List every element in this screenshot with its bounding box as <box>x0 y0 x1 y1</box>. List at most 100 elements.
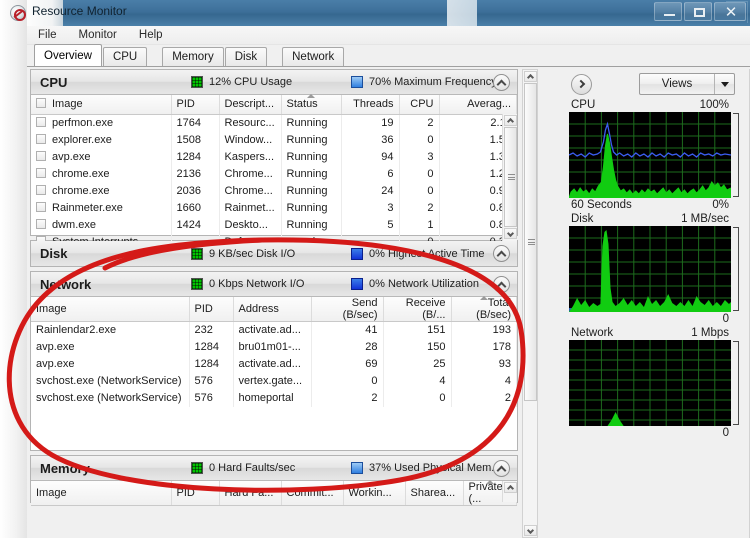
table-row[interactable]: avp.exe 1284 activate.ad... 69 25 93 <box>31 355 517 373</box>
cell-send: 2 <box>311 389 384 407</box>
disk-section-header[interactable]: Disk 9 KB/sec Disk I/O 0% Highest Active… <box>31 241 517 266</box>
cpu-section-header[interactable]: CPU 12% CPU Usage 70% Maximum Frequency <box>31 70 517 95</box>
net-col-receive[interactable]: Receive (B/... <box>383 297 452 322</box>
cpu-col-cpu[interactable]: CPU <box>399 95 440 115</box>
menu-item-help[interactable]: Help <box>136 28 166 42</box>
close-button[interactable]: ✕ <box>714 2 746 21</box>
overview-scroll-thumb[interactable] <box>523 83 537 401</box>
net-col-address[interactable]: Address <box>233 297 312 322</box>
overview-scrollbar[interactable] <box>522 69 538 538</box>
cpu-col-threads[interactable]: Threads <box>341 95 400 115</box>
cell-image: perfmon.exe <box>31 114 172 131</box>
mem-col-private-label: Private (... <box>468 481 503 505</box>
net-col-send[interactable]: Send (B/sec) <box>311 297 384 322</box>
table-row[interactable]: Rainlendar2.exe 232 activate.ad... 41 151 193 <box>31 321 517 339</box>
table-row[interactable]: chrome.exe 2136 Chrome... Running 6 0 1.24 <box>31 165 517 182</box>
cpu-graph-top-labels: CPU 100% <box>569 99 731 112</box>
cpu-col-average[interactable]: Averag... <box>439 95 517 115</box>
cpu-graph-min-label: 0% <box>712 199 729 211</box>
table-row[interactable]: chrome.exe 2036 Chrome... Running 24 0 0.99 <box>31 182 517 199</box>
mem-col-working[interactable]: Workin... <box>343 481 406 506</box>
disk-collapse-button[interactable] <box>493 245 510 262</box>
cell-description: Window... <box>219 131 282 148</box>
tab-memory[interactable]: Memory <box>162 47 224 66</box>
mem-col-commit[interactable]: Commit... <box>281 481 344 506</box>
cell-pid: 2136 <box>171 165 220 182</box>
row-checkbox[interactable] <box>36 184 46 195</box>
desktop-background <box>0 0 27 538</box>
hide-graphs-button[interactable] <box>571 73 592 95</box>
views-dropdown-arrow[interactable] <box>714 74 734 94</box>
network-graph-min-label: 0 <box>722 427 729 439</box>
disk-graph-title: Disk <box>571 213 594 225</box>
tab-overview[interactable]: Overview <box>34 44 102 66</box>
caret-up-icon <box>506 117 514 126</box>
net-col-total[interactable]: Total (B/sec) <box>451 296 517 322</box>
network-section-header[interactable]: Network 0 Kbps Network I/O 0% Network Ut… <box>31 272 517 297</box>
graph-column: Views CPU 100% 60 Seconds 0% Disk 1 MB/s… <box>567 69 745 538</box>
menu-item-file[interactable]: File <box>35 28 60 42</box>
views-dropdown[interactable]: Views <box>639 73 735 95</box>
cpu-scroll-thumb[interactable] <box>503 127 517 227</box>
table-row[interactable]: svchost.exe (NetworkService) 576 vertex.ga… <box>31 372 517 390</box>
row-checkbox[interactable] <box>36 201 46 212</box>
cpu-table-scrollbar[interactable] <box>502 114 517 241</box>
tab-disk[interactable]: Disk <box>224 47 268 66</box>
cell-status: Running <box>281 114 342 131</box>
row-checkbox[interactable] <box>36 167 46 178</box>
network-graph-top-labels: Network 1 Mbps <box>569 327 731 340</box>
cpu-col-description[interactable]: Descript... <box>219 95 282 115</box>
cpu-scroll-down-button[interactable] <box>503 228 517 239</box>
cell-pid: 576 <box>189 389 234 407</box>
cell-image: svchost.exe (NetworkService) <box>31 389 190 407</box>
cpu-col-image-label: Image <box>52 98 83 111</box>
cpu-process-table: Image PID Descript... Status Threads CPU… <box>31 94 517 250</box>
cpu-col-pid[interactable]: PID <box>171 95 220 115</box>
network-graph-scale-bracket <box>733 341 739 425</box>
tab-strip: Overview CPU Memory Disk Network <box>27 44 750 67</box>
table-row[interactable]: perfmon.exe 1764 Resourc... Running 19 2 2.11 <box>31 114 517 131</box>
row-checkbox[interactable] <box>36 116 46 127</box>
memory-collapse-button[interactable] <box>493 460 510 477</box>
row-checkbox[interactable] <box>36 133 46 144</box>
table-row[interactable]: avp.exe 1284 Kaspers... Running 94 3 1.39 <box>31 148 517 165</box>
cpu-collapse-button[interactable] <box>493 74 510 91</box>
cell-send: 69 <box>311 355 384 373</box>
overview-scroll-up-button[interactable] <box>523 71 537 82</box>
cell-cpu: 0 <box>399 131 440 148</box>
select-all-checkbox[interactable] <box>36 98 46 109</box>
chevron-up-icon <box>496 465 507 475</box>
mem-col-pid[interactable]: PID <box>171 481 220 506</box>
disk-graph-scale-bracket <box>733 227 739 311</box>
table-row[interactable]: explorer.exe 1508 Window... Running 36 0 1.54 <box>31 131 517 148</box>
network-collapse-button[interactable] <box>493 276 510 293</box>
row-checkbox[interactable] <box>36 150 46 161</box>
mem-col-image[interactable]: Image <box>31 481 172 506</box>
tab-cpu[interactable]: CPU <box>102 47 148 66</box>
mem-col-shareable[interactable]: Sharea... <box>405 481 464 506</box>
cpu-col-image[interactable]: Image <box>31 95 172 115</box>
cpu-scroll-up-button[interactable] <box>503 115 517 126</box>
cpu-col-status[interactable]: Status <box>281 94 342 115</box>
graph-network: Network 1 Mbps 0 <box>567 327 745 439</box>
memory-scroll-up-button[interactable] <box>503 482 517 493</box>
cell-pid: 1284 <box>189 338 234 356</box>
net-col-pid[interactable]: PID <box>189 297 234 322</box>
table-row[interactable]: avp.exe 1284 bru01m01-... 28 150 178 <box>31 338 517 356</box>
memory-section-header[interactable]: Memory 0 Hard Faults/sec 37% Used Physic… <box>31 456 517 481</box>
memory-table-scrollbar[interactable] <box>502 481 517 502</box>
cell-threads: 94 <box>341 148 400 165</box>
net-col-image[interactable]: Image <box>31 297 190 322</box>
table-row[interactable]: dwm.exe 1424 Deskto... Running 5 1 0.84 <box>31 216 517 233</box>
tab-network[interactable]: Network <box>282 47 345 66</box>
maximize-button[interactable] <box>684 2 712 21</box>
mem-col-hardfaults[interactable]: Hard Fa... <box>219 481 282 506</box>
table-row[interactable]: svchost.exe (NetworkService) 576 homeporta… <box>31 389 517 407</box>
menu-item-monitor[interactable]: Monitor <box>76 28 120 42</box>
overview-scroll-down-button[interactable] <box>523 525 537 536</box>
row-checkbox[interactable] <box>36 218 46 229</box>
minimize-icon <box>664 14 675 16</box>
minimize-button[interactable] <box>654 2 682 21</box>
table-row[interactable]: Rainmeter.exe 1660 Rainmet... Running 3 2 0.85 <box>31 199 517 216</box>
cell-status: Running <box>281 148 342 165</box>
